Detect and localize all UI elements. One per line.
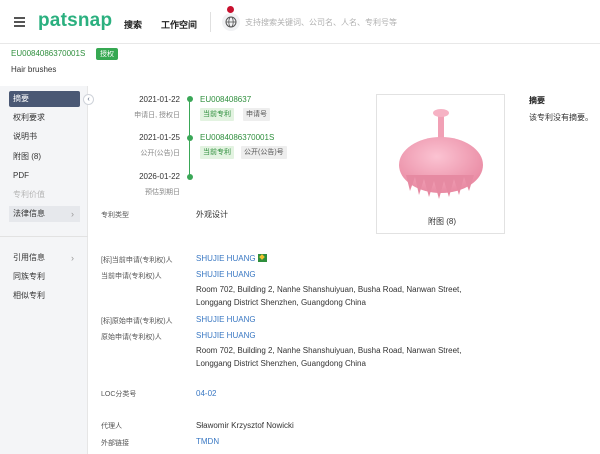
status-badge: 授权	[96, 48, 118, 60]
current-assignee-value[interactable]: SHUJIE HUANG	[196, 270, 256, 279]
loc-value[interactable]: 04-02	[196, 389, 216, 398]
hair-brush-image	[399, 109, 483, 199]
timeline-date: 2021-01-22	[139, 95, 180, 104]
nav-workspace[interactable]: 工作空间	[161, 18, 197, 31]
sidebar-item-family[interactable]: 同族专利	[9, 269, 80, 285]
collapse-sidebar-button[interactable]: ‹	[83, 94, 94, 105]
flag-icon	[257, 254, 267, 262]
globe-icon[interactable]	[222, 13, 240, 31]
current-patent-chip: 当前专利	[200, 108, 234, 121]
external-link-label: 外部链接	[101, 440, 129, 447]
current-assignee-address-line2: Longgang District Shenzhen, Guangdong Ch…	[196, 298, 366, 307]
std-current-assignee-label: [标]当前申请(专利权)人	[101, 257, 173, 264]
sidebar-divider	[0, 236, 88, 237]
std-original-assignee-label: [标]原始申请(专利权)人	[101, 318, 173, 325]
std-current-assignee-value[interactable]: SHUJIE HUANG	[196, 254, 267, 263]
timeline-dot	[186, 135, 193, 141]
original-assignee-label: 原始申请(专利权)人	[101, 334, 162, 341]
chevron-right-icon: ›	[71, 253, 74, 263]
current-assignee-label: 当前申请(专利权)人	[101, 273, 162, 280]
timeline-date: 2021-01-25	[139, 133, 180, 142]
original-assignee-address-line1: Room 702, Building 2, Nanhe Shanshuiyuan…	[196, 346, 462, 355]
search-input[interactable]	[245, 14, 595, 30]
sidebar: 摘要 权利要求 说明书 附图 (8) PDF 专利价值 法律信息 › 引用信息 › …	[0, 86, 88, 454]
abstract-title: 摘要	[529, 96, 545, 105]
publication-number-link[interactable]: EU0084086370001S	[200, 133, 274, 142]
patent-type-value: 外观设计	[196, 210, 228, 219]
std-original-assignee-value[interactable]: SHUJIE HUANG	[196, 315, 256, 324]
external-link-value[interactable]: TMDN	[196, 437, 219, 446]
patsnap-logo[interactable]: patsnap	[38, 10, 112, 32]
timeline-date-label: 公开(公告)日	[140, 150, 180, 157]
patent-type-label: 专利类型	[101, 212, 129, 219]
timeline-date: 2026-01-22	[139, 172, 180, 181]
loc-label: LOC分类号	[101, 391, 137, 398]
figure-card[interactable]: 附图 (8)	[376, 94, 505, 234]
nav-search[interactable]: 搜索	[124, 18, 142, 31]
figure-count: 附图 (8)	[428, 217, 456, 226]
sidebar-item-legal[interactable]: 法律信息 ›	[9, 206, 80, 222]
publication-number: EU008408637000​1S	[11, 49, 86, 58]
search-bar	[220, 6, 600, 32]
agent-value: Sławomir Krzysztof Nowicki	[196, 421, 294, 430]
sidebar-item-value[interactable]: 专利价值	[9, 187, 80, 203]
application-number-chip: 申请号	[243, 108, 270, 121]
sidebar-item-citations[interactable]: 引用信息 ›	[9, 250, 80, 266]
sidebar-item-similar[interactable]: 相似专利	[9, 288, 80, 304]
publication-number-chip: 公开(公告)号	[241, 146, 287, 159]
original-assignee-value[interactable]: SHUJIE HUANG	[196, 331, 256, 340]
chevron-left-icon: ‹	[87, 96, 90, 103]
patent-title: Hair brushes	[11, 65, 57, 74]
sidebar-item-figures[interactable]: 附图 (8)	[9, 149, 80, 165]
agent-label: 代理人	[101, 423, 122, 430]
timeline-dot	[186, 96, 193, 102]
original-assignee-address-line2: Longgang District Shenzhen, Guangdong Ch…	[196, 359, 366, 368]
sidebar-item-abstract[interactable]: 摘要	[9, 91, 80, 107]
current-patent-chip: 当前专利	[200, 146, 234, 159]
timeline-date-label: 预估到期日	[145, 189, 180, 196]
chevron-right-icon: ›	[71, 209, 74, 219]
notification-dot	[227, 6, 234, 13]
sidebar-item-description[interactable]: 说明书	[9, 129, 80, 145]
sidebar-item-claims[interactable]: 权利要求	[9, 110, 80, 126]
application-number-link[interactable]: EU008408637	[200, 95, 251, 104]
divider	[210, 12, 211, 32]
abstract-text: 该专利没有摘要。	[529, 113, 593, 122]
sidebar-item-pdf[interactable]: PDF	[9, 168, 80, 184]
current-assignee-address-line1: Room 702, Building 2, Nanhe Shanshuiyuan…	[196, 285, 462, 294]
timeline-dot	[186, 174, 193, 180]
menu-icon[interactable]	[14, 17, 25, 27]
timeline-date-label: 申请日, 授权日	[134, 112, 180, 119]
top-bar: patsnap 搜索 工作空间	[0, 0, 600, 44]
